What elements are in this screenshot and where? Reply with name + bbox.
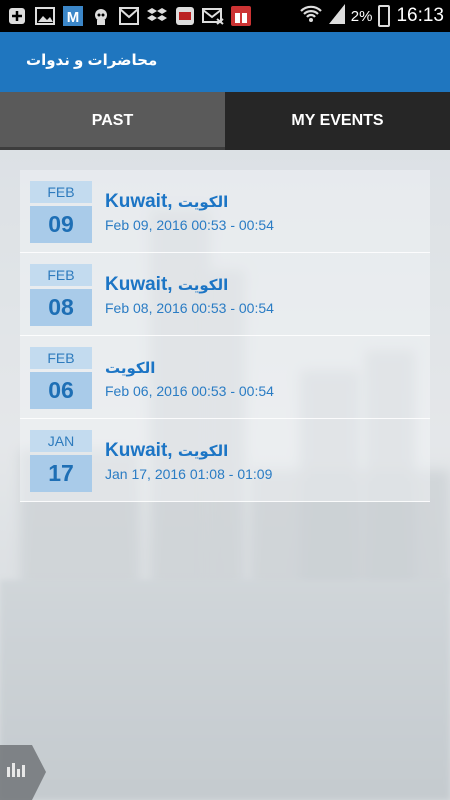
tab-past[interactable]: PAST [0,92,225,150]
add-icon [6,5,28,27]
event-title: Kuwait, الكويت [105,274,228,296]
gmail-icon [118,5,140,27]
clock: 16:13 [396,5,444,26]
event-title: Kuwait, الكويت [105,191,228,213]
pirate-icon [90,5,112,27]
event-title-ar: الكويت [177,194,229,211]
date-badge: JAN 17 [30,430,92,492]
list-item[interactable]: JAN 17 Kuwait, الكويت Jan 17, 2016 01:08… [20,419,430,502]
event-title: الكويت [105,357,155,379]
date-month: JAN [30,430,92,452]
date-day: 17 [30,455,92,492]
event-title-en: Kuwait [105,191,168,212]
date-month: FEB [30,347,92,369]
list-item[interactable]: FEB 08 Kuwait, الكويت Feb 08, 2016 00:53… [20,253,430,336]
date-badge: FEB 06 [30,347,92,409]
event-title-en: Kuwait [105,274,168,295]
app-header: محاضرات و ندوات [0,32,450,92]
list-item[interactable]: FEB 06 الكويت Feb 06, 2016 00:53 - 00:54 [20,336,430,419]
date-month: FEB [30,181,92,203]
event-time: Feb 06, 2016 00:53 - 00:54 [105,383,274,399]
event-time: Feb 09, 2016 00:53 - 00:54 [105,217,274,233]
menu-handle[interactable] [0,745,46,800]
date-badge: FEB 09 [30,181,92,243]
list-item[interactable]: FEB 09 Kuwait, الكويت Feb 09, 2016 00:53… [20,170,430,253]
signal-icon [328,4,345,28]
svg-text:M: M [67,9,80,26]
image-icon [34,5,56,27]
dropbox-icon [146,5,168,27]
battery-icon [378,5,391,27]
event-title-ar: الكويت [105,360,156,377]
battery-level: 2% [350,7,373,25]
status-bar: M 2% 16:13 [0,0,450,32]
date-day: 09 [30,206,92,243]
date-day: 06 [30,372,92,409]
event-title-sep: , [167,440,173,461]
event-title: Kuwait, الكويت [105,440,228,462]
event-time: Jan 17, 2016 01:08 - 01:09 [105,466,273,482]
date-badge: FEB 08 [30,264,92,326]
game-icon [174,5,196,27]
gift-icon [230,5,252,27]
event-time: Feb 08, 2016 00:53 - 00:54 [105,300,274,316]
tab-bar: PAST MY EVENTS [0,92,450,150]
date-day: 08 [30,289,92,326]
page-title: محاضرات و ندوات [26,52,158,69]
date-month: FEB [30,264,92,286]
event-title-ar: الكويت [177,443,229,460]
event-title-ar: الكويت [177,277,229,294]
tab-my-events[interactable]: MY EVENTS [225,92,450,150]
mail-icon [202,5,224,27]
event-title-en: Kuwait [105,440,168,461]
event-title-sep: , [167,191,173,212]
event-title-sep: , [167,274,173,295]
m-app-icon: M [62,5,84,27]
wifi-icon [299,5,323,27]
event-list: FEB 09 Kuwait, الكويت Feb 09, 2016 00:53… [20,170,430,502]
